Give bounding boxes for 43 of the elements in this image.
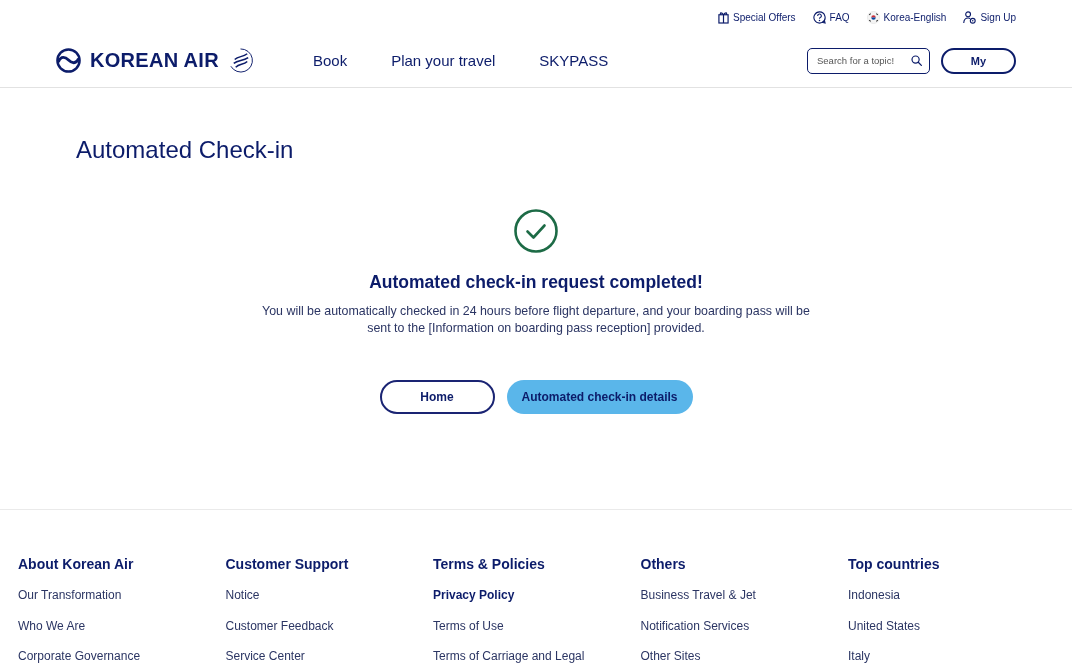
footer-heading: Terms & Policies (433, 555, 545, 574)
utility-link[interactable]: Korea-English (866, 10, 947, 24)
nav-link[interactable]: SKYPASS (539, 52, 609, 69)
search-icon[interactable] (911, 54, 922, 66)
footer-link[interactable]: Notice (225, 587, 260, 603)
footer-link[interactable]: Customer Feedback (225, 617, 334, 634)
check-circle-icon (514, 209, 558, 253)
question-bubble-icon (812, 10, 826, 24)
result-message: You will be automatically checked in 24 hours before flight departure, and your boarding pass will be sent to the [Information on boarding pass reception] provided. (261, 303, 811, 337)
brand-name[interactable]: KOREAN AIR (90, 49, 219, 72)
footer-link[interactable]: Italy (848, 648, 870, 664)
footer-link[interactable]: Other Sites (640, 648, 701, 664)
footer-link[interactable]: Business Travel & Jet (640, 587, 756, 603)
utility-link[interactable]: Sign Up (963, 10, 1016, 24)
swoosh-emblem-icon (227, 48, 253, 73)
footer-link[interactable]: Notification Services (640, 617, 750, 634)
gift-icon (717, 10, 729, 24)
footer-link[interactable]: Our Transformation (18, 587, 122, 603)
footer-link[interactable]: Who We Are (18, 617, 86, 634)
search-field[interactable]: Search for a topic! (807, 47, 930, 74)
page-title: Automated Check-in (76, 135, 294, 165)
footer-link[interactable]: Indonesia (848, 587, 901, 603)
utility-link[interactable]: FAQ (812, 10, 850, 24)
footer-heading: Customer Support (225, 555, 349, 574)
footer-link[interactable]: United States (848, 617, 921, 634)
wave-circle-logo-icon[interactable] (56, 48, 81, 73)
result-heading: Automated check-in request completed! (369, 271, 703, 294)
user-gear-icon (963, 10, 977, 24)
nav-link[interactable]: Book (312, 52, 348, 69)
flag-icon (866, 10, 880, 24)
my-account-button[interactable]: My (941, 47, 1016, 74)
footer-link[interactable]: Privacy Policy (433, 587, 515, 603)
footer-heading: Top countries (848, 555, 940, 574)
footer-heading: Others (640, 555, 686, 574)
footer-link[interactable]: Corporate Governance (18, 648, 141, 664)
footer-link[interactable]: Terms of Carriage and Legal (433, 648, 585, 664)
nav-link[interactable]: Plan your travel (391, 52, 496, 69)
footer-link[interactable]: Service Center (225, 648, 305, 664)
footer-heading: About Korean Air (18, 555, 134, 574)
details-button[interactable]: Automated check-in details (506, 380, 693, 414)
footer-link[interactable]: Terms of Use (433, 617, 504, 634)
utility-link[interactable]: Special Offers (717, 10, 796, 24)
home-button[interactable]: Home (379, 380, 495, 414)
